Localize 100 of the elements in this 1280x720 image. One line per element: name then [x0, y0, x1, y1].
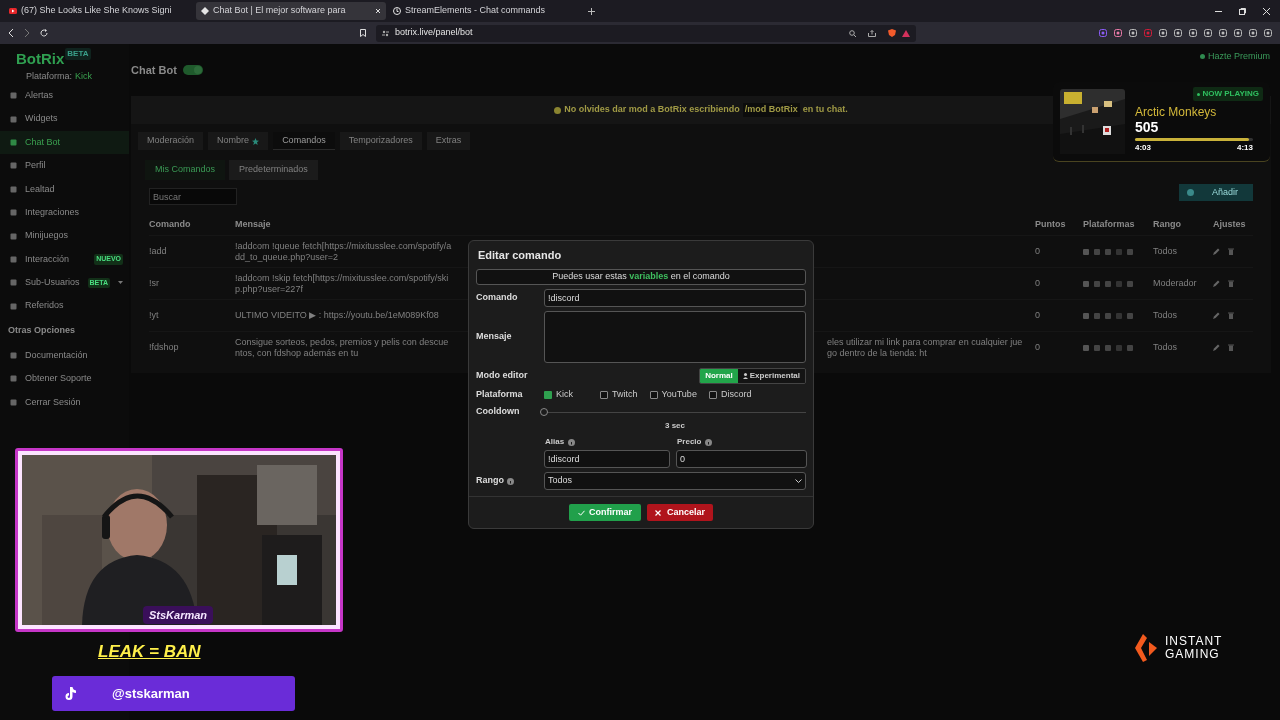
sidebar-item[interactable]: Minijuegos	[0, 224, 130, 248]
table-cell-text: Todos	[1153, 340, 1179, 354]
extension-icon[interactable]	[1099, 29, 1107, 37]
sidebar-item[interactable]: Integraciones	[0, 200, 130, 225]
sidebar-item[interactable]: Referidos	[0, 294, 130, 318]
column-header[interactable]: Puntos	[1035, 218, 1084, 232]
message-field[interactable]	[544, 311, 806, 363]
sidebar-item[interactable]: Cerrar Sesión	[0, 390, 130, 415]
premium-link[interactable]: Hazte Premium	[1208, 50, 1270, 64]
sidebar-item[interactable]: Chat Bot	[0, 130, 130, 155]
pencil-icon[interactable]	[1213, 344, 1221, 351]
close-icon[interactable]	[1263, 7, 1270, 15]
video-icon	[9, 7, 17, 15]
table-cell-text: Todos	[1153, 244, 1179, 258]
pencil-icon[interactable]	[1213, 312, 1221, 319]
mode-button[interactable]: Normal	[700, 368, 738, 383]
checkbox[interactable]	[544, 391, 552, 399]
reload-icon[interactable]	[40, 29, 48, 37]
tab[interactable]: Nombre	[208, 132, 269, 150]
input-field[interactable]: 0	[676, 450, 807, 468]
address-field[interactable]: botrix.live/panel/bot	[395, 26, 473, 40]
new-tab-icon[interactable]	[588, 7, 595, 15]
command-code: /mod BotRix	[742, 103, 800, 117]
info-note: Puedes usar estas variables en el comando	[552, 270, 730, 284]
menu-item-icon	[10, 302, 17, 310]
beta-badge: BETA	[65, 48, 91, 60]
add-button[interactable]: Añadir	[1179, 184, 1254, 201]
table-cell-text: 0	[1035, 244, 1042, 258]
column-header[interactable]: Ajustes	[1213, 218, 1254, 232]
bookmark-icon[interactable]	[360, 29, 366, 37]
sponsor-name: GAMING	[1165, 648, 1221, 661]
pencil-icon[interactable]	[1213, 280, 1221, 287]
input-field[interactable]: !discord	[544, 450, 670, 468]
checkbox[interactable]	[708, 391, 717, 399]
chevron-down-icon[interactable]	[118, 281, 124, 285]
sidebar-item[interactable]: Widgets	[0, 107, 130, 131]
extension-icon[interactable]	[1204, 29, 1212, 37]
zoom-icon[interactable]	[849, 29, 856, 37]
sidebar-item[interactable]: Obtener Soporte	[0, 367, 130, 391]
column-header[interactable]: Plataformas	[1083, 218, 1154, 232]
column-header[interactable]: Rango	[1153, 218, 1214, 232]
browser-tab[interactable]: (67) She Looks Like She Knows Signi	[4, 2, 194, 20]
platform-value: Kick	[75, 70, 93, 84]
sidebar-item[interactable]: Alertas	[0, 84, 130, 108]
input-field[interactable]: !discord	[544, 289, 806, 307]
extension-icon[interactable]	[1219, 29, 1227, 37]
trash-icon[interactable]	[1228, 280, 1235, 287]
confirm-button[interactable]: Confirmar	[568, 504, 641, 521]
trash-icon[interactable]	[1228, 344, 1235, 351]
browser-tab[interactable]: Chat Bot | El mejor software para	[196, 2, 386, 20]
cancel-button[interactable]: Cancelar	[647, 504, 713, 521]
toggle-switch[interactable]	[182, 65, 203, 75]
close-icon[interactable]	[375, 8, 381, 14]
clock-icon	[393, 7, 401, 15]
browser-tab[interactable]: StreamElements - Chat commands	[388, 2, 578, 20]
checkbox-label: Twitch	[612, 388, 638, 402]
table-cell-text: 0	[1035, 340, 1042, 354]
column-header[interactable]: Mensaje	[235, 218, 1036, 232]
column-header[interactable]: Comando	[149, 218, 236, 232]
tiktok-handle: @stskarman	[112, 684, 190, 703]
sidebar-item[interactable]: Lealtad	[0, 177, 130, 201]
subtab[interactable]: Mis Comandos	[145, 160, 226, 180]
mode-button[interactable]: Experimental	[737, 368, 805, 383]
table-cell-text: 0	[1035, 308, 1042, 322]
extension-icon[interactable]	[1249, 29, 1257, 37]
extension-icon[interactable]	[1234, 29, 1242, 37]
field-label: Plataforma	[476, 388, 523, 402]
maximize-icon[interactable]	[1239, 7, 1246, 15]
shield-icon[interactable]	[888, 29, 896, 37]
pencil-icon[interactable]	[1213, 248, 1221, 255]
sidebar-item[interactable]: Documentación	[0, 343, 130, 368]
sidebar-item[interactable]: Perfil	[0, 154, 130, 178]
share-icon[interactable]	[868, 29, 876, 37]
subtab[interactable]: Predeterminados	[229, 160, 318, 180]
extension-icon[interactable]	[1174, 29, 1182, 37]
table-cell-text: !yt	[149, 308, 160, 322]
search-field[interactable]: Buscar	[149, 188, 238, 205]
checkbox[interactable]	[600, 391, 608, 399]
extension-icon[interactable]	[1114, 29, 1122, 37]
music-note-icon	[64, 687, 76, 700]
tab[interactable]: Moderación	[138, 132, 204, 150]
extension-icon[interactable]	[1159, 29, 1167, 37]
extension-icon[interactable]	[1129, 29, 1137, 37]
extension-icon[interactable]	[1189, 29, 1197, 37]
tab-title: (67) She Looks Like She Knows Signi	[21, 4, 172, 18]
menu-item-icon	[10, 255, 17, 263]
now-playing-badge: NOW PLAYING	[1193, 87, 1263, 101]
checkbox[interactable]	[649, 391, 658, 399]
slider-thumb[interactable]	[540, 408, 548, 416]
tab[interactable]: Extras	[426, 132, 471, 150]
trash-icon[interactable]	[1228, 312, 1235, 319]
forward-icon[interactable]	[24, 29, 30, 37]
tab[interactable]: Temporizadores	[339, 132, 422, 150]
extension-icon[interactable]	[1264, 29, 1272, 37]
select-field[interactable]: Todos	[544, 472, 806, 490]
triangle-icon[interactable]	[902, 29, 910, 37]
back-icon[interactable]	[8, 29, 14, 37]
trash-icon[interactable]	[1228, 248, 1235, 255]
field-label: Cooldown	[476, 405, 520, 419]
table-cell-text: 0	[1035, 276, 1042, 290]
